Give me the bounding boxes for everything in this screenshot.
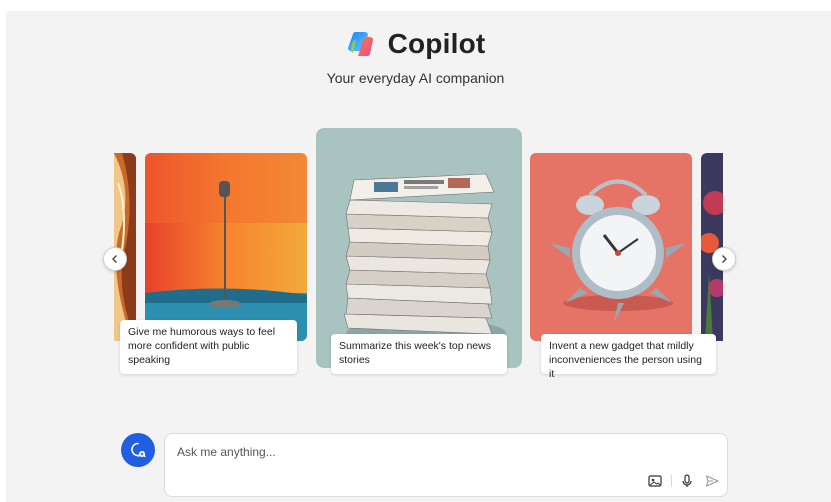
image-upload-icon <box>648 475 662 487</box>
microphone-icon <box>682 474 692 487</box>
image-upload-button[interactable] <box>647 473 663 489</box>
new-topic-button[interactable] <box>121 433 155 467</box>
microphone-button[interactable] <box>679 473 695 489</box>
carousel-prev-button[interactable] <box>103 247 127 271</box>
stack-of-newspapers-image <box>316 128 522 368</box>
carousel-card-gadget[interactable] <box>530 153 692 341</box>
send-icon <box>705 475 719 487</box>
prompt-carousel: Give me humorous ways to feel more confi… <box>0 0 831 400</box>
spiky-alarm-clock-image <box>530 153 692 341</box>
chat-input-box[interactable] <box>164 433 728 497</box>
carousel-next-button[interactable] <box>712 247 736 271</box>
send-button[interactable] <box>704 473 720 489</box>
card-caption-speaking[interactable]: Give me humorous ways to feel more confi… <box>120 320 297 374</box>
new-topic-icon <box>131 442 146 458</box>
carousel-card-news[interactable] <box>316 128 522 368</box>
chat-input[interactable] <box>175 444 619 460</box>
chevron-left-icon <box>112 255 117 263</box>
toolbar-divider <box>671 475 672 487</box>
carousel-card-speaking[interactable] <box>145 153 307 341</box>
microphone-stand-painting-image <box>145 153 307 341</box>
chevron-right-icon <box>722 255 727 263</box>
card-caption-gadget[interactable]: Invent a new gadget that mildly inconven… <box>541 334 716 380</box>
card-caption-news[interactable]: Summarize this week's top news stories <box>331 334 507 374</box>
